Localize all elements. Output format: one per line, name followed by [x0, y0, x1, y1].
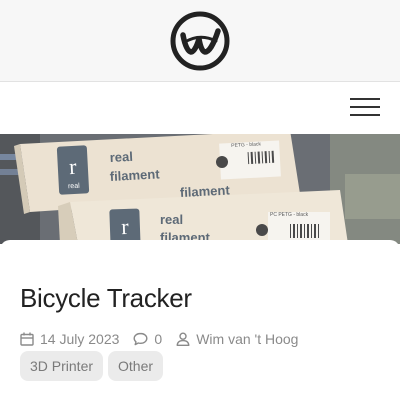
user-icon — [176, 332, 190, 346]
calendar-icon — [20, 332, 34, 346]
post-date-text: 14 July 2023 — [40, 331, 120, 347]
nav-bar — [0, 82, 400, 134]
comment-bubble-icon — [133, 332, 148, 346]
post-meta: 14 July 2023 0 Wim van 't Hoog — [20, 330, 312, 348]
tag-other[interactable]: Other — [108, 351, 164, 381]
featured-image[interactable]: r real real filament PETG - black r real… — [0, 134, 400, 244]
post-author[interactable]: Wim van 't Hoog — [176, 331, 298, 347]
comment-count: 0 — [154, 331, 163, 347]
menu-toggle-button[interactable] — [343, 91, 387, 123]
site-header — [0, 0, 400, 82]
tag-3d-printer[interactable]: 3D Printer — [20, 351, 104, 381]
post-comments[interactable]: 0 — [133, 331, 162, 347]
post-title[interactable]: Bicycle Tracker — [20, 283, 192, 314]
w-circle-logo-icon[interactable] — [170, 11, 230, 71]
post-tags: 3D Printer Other — [20, 351, 168, 381]
post-date[interactable]: 14 July 2023 — [20, 331, 119, 347]
author-link[interactable]: Wim van 't Hoog — [196, 331, 298, 347]
hamburger-menu-icon — [350, 98, 380, 100]
